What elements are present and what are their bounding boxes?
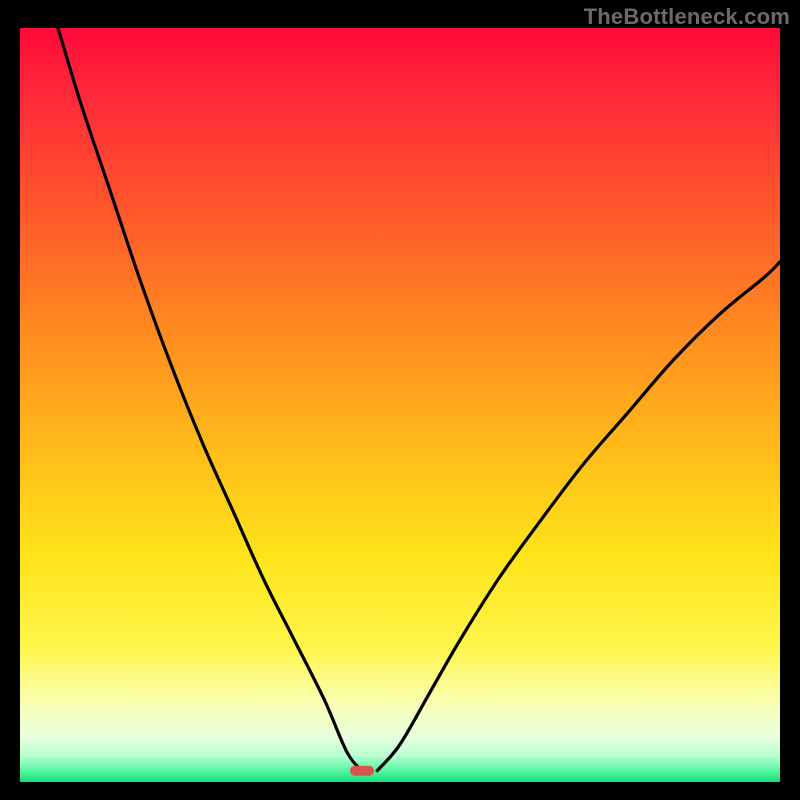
bottleneck-chart bbox=[20, 28, 780, 782]
plot-area bbox=[20, 28, 780, 782]
gradient-background bbox=[20, 28, 780, 782]
watermark-text: TheBottleneck.com bbox=[584, 4, 790, 30]
chart-frame: TheBottleneck.com bbox=[0, 0, 800, 800]
minimum-marker bbox=[350, 766, 374, 776]
